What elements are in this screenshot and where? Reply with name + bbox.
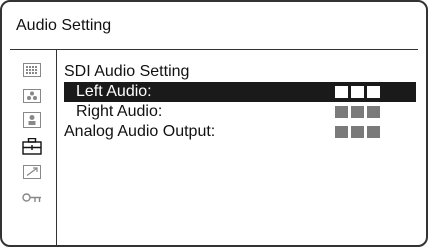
value-indicator (335, 126, 380, 138)
title-divider (10, 49, 418, 50)
dots-icon[interactable] (22, 88, 42, 104)
menu-item-label: Left Audio: (76, 83, 152, 100)
value-square (367, 86, 380, 98)
value-square (367, 126, 380, 138)
menu-item-label: Analog Audio Output: (64, 123, 216, 140)
person-icon[interactable] (22, 112, 42, 128)
menu-item-analog-audio-output[interactable]: Analog Audio Output: (64, 122, 416, 142)
section-heading-sdi-audio: SDI Audio Setting (64, 62, 416, 82)
value-square (351, 106, 364, 118)
audio-setting-window: Audio Setting SDI Audio Setting Left Aud… (0, 0, 428, 247)
value-square (367, 106, 380, 118)
value-indicator (335, 86, 380, 98)
value-square (335, 126, 348, 138)
value-square (351, 126, 364, 138)
menu-content: SDI Audio Setting Left Audio: Right Audi… (64, 62, 416, 245)
menu-item-label: Right Audio: (76, 103, 163, 120)
arrow-icon[interactable] (22, 164, 42, 180)
window-title: Audio Setting (16, 17, 112, 34)
value-indicator (335, 106, 380, 118)
sidebar (10, 50, 57, 245)
value-square (335, 106, 348, 118)
menu-item-left-audio[interactable]: Left Audio: (64, 82, 416, 102)
key-icon[interactable] (22, 190, 42, 206)
toolbox-icon[interactable] (22, 137, 42, 155)
section-label: SDI Audio Setting (64, 63, 190, 80)
menu-item-right-audio[interactable]: Right Audio: (64, 102, 416, 122)
value-square (335, 86, 348, 98)
value-square (351, 86, 364, 98)
grid-icon[interactable] (22, 62, 42, 78)
